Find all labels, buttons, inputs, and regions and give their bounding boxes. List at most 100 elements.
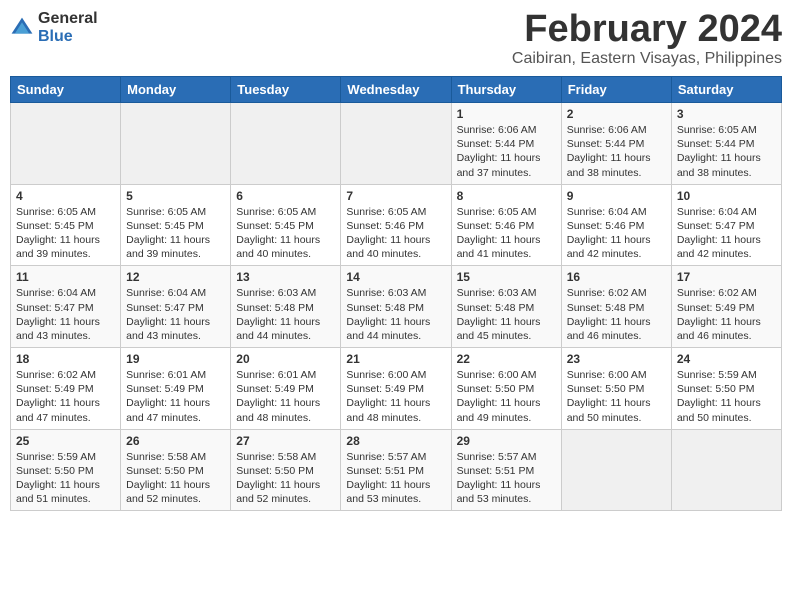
cell-info: Sunrise: 6:01 AM Sunset: 5:49 PM Dayligh… [236, 368, 335, 425]
day-number: 19 [126, 352, 225, 366]
header-saturday: Saturday [671, 77, 781, 103]
day-number: 8 [457, 189, 556, 203]
calendar-cell: 26 Sunrise: 5:58 AM Sunset: 5:50 PM Dayli… [121, 429, 231, 511]
calendar-cell: 1Sunrise: 6:06 AM Sunset: 5:44 PM Daylig… [451, 103, 561, 185]
cell-info: Sunrise: 5:57 AM Sunset: 5:51 PM Dayligh… [457, 450, 556, 507]
header-wednesday: Wednesday [341, 77, 451, 103]
calendar-cell [671, 429, 781, 511]
cell-info: Sunrise: 6:05 AM Sunset: 5:46 PM Dayligh… [457, 205, 556, 262]
cell-info: Sunrise: 6:04 AM Sunset: 5:46 PM Dayligh… [567, 205, 666, 262]
calendar-cell: 23 Sunrise: 6:00 AM Sunset: 5:50 PM Dayli… [561, 348, 671, 430]
day-number: 14 [346, 270, 445, 284]
calendar-cell: 27 Sunrise: 5:58 AM Sunset: 5:50 PM Dayli… [231, 429, 341, 511]
calendar-cell: 12Sunrise: 6:04 AM Sunset: 5:47 PM Dayli… [121, 266, 231, 348]
day-number: 26 [126, 434, 225, 448]
calendar-header: Sunday Monday Tuesday Wednesday Thursday… [11, 77, 782, 103]
cell-info: Sunrise: 6:05 AM Sunset: 5:44 PM Dayligh… [677, 123, 776, 180]
calendar-cell: 21 Sunrise: 6:00 AM Sunset: 5:49 PM Dayli… [341, 348, 451, 430]
day-number: 9 [567, 189, 666, 203]
calendar-cell: 28 Sunrise: 5:57 AM Sunset: 5:51 PM Dayli… [341, 429, 451, 511]
calendar-cell: 7 Sunrise: 6:05 AM Sunset: 5:46 PM Daylig… [341, 184, 451, 266]
cell-info: Sunrise: 6:05 AM Sunset: 5:45 PM Dayligh… [126, 205, 225, 262]
cell-info: Sunrise: 6:04 AM Sunset: 5:47 PM Dayligh… [126, 286, 225, 343]
calendar-cell: 4Sunrise: 6:05 AM Sunset: 5:45 PM Daylig… [11, 184, 121, 266]
calendar-cell: 3Sunrise: 6:05 AM Sunset: 5:44 PM Daylig… [671, 103, 781, 185]
calendar-cell: 2 Sunrise: 6:06 AM Sunset: 5:44 PM Daylig… [561, 103, 671, 185]
day-number: 4 [16, 189, 115, 203]
day-number: 7 [346, 189, 445, 203]
calendar-cell [561, 429, 671, 511]
title-area: February 2024 Caibiran, Eastern Visayas,… [512, 10, 782, 68]
header-thursday: Thursday [451, 77, 561, 103]
cell-info: Sunrise: 5:57 AM Sunset: 5:51 PM Dayligh… [346, 450, 445, 507]
calendar-cell: 17 Sunrise: 6:02 AM Sunset: 5:49 PM Dayli… [671, 266, 781, 348]
calendar-cell: 9 Sunrise: 6:04 AM Sunset: 5:46 PM Daylig… [561, 184, 671, 266]
header-monday: Monday [121, 77, 231, 103]
cell-info: Sunrise: 6:02 AM Sunset: 5:49 PM Dayligh… [16, 368, 115, 425]
calendar-cell [121, 103, 231, 185]
day-number: 18 [16, 352, 115, 366]
logo: General Blue [10, 10, 98, 45]
day-number: 2 [567, 107, 666, 121]
calendar-cell: 25Sunrise: 5:59 AM Sunset: 5:50 PM Dayli… [11, 429, 121, 511]
calendar-cell: 11 Sunrise: 6:04 AM Sunset: 5:47 PM Dayli… [11, 266, 121, 348]
calendar-cell: 8 Sunrise: 6:05 AM Sunset: 5:46 PM Daylig… [451, 184, 561, 266]
cell-info: Sunrise: 5:58 AM Sunset: 5:50 PM Dayligh… [126, 450, 225, 507]
calendar-week-3: 11 Sunrise: 6:04 AM Sunset: 5:47 PM Dayli… [11, 266, 782, 348]
cell-info: Sunrise: 6:00 AM Sunset: 5:50 PM Dayligh… [457, 368, 556, 425]
calendar-cell: 5 Sunrise: 6:05 AM Sunset: 5:45 PM Daylig… [121, 184, 231, 266]
cell-info: Sunrise: 6:00 AM Sunset: 5:49 PM Dayligh… [346, 368, 445, 425]
header-tuesday: Tuesday [231, 77, 341, 103]
calendar-week-5: 25Sunrise: 5:59 AM Sunset: 5:50 PM Dayli… [11, 429, 782, 511]
logo-icon [10, 16, 34, 40]
cell-info: Sunrise: 6:05 AM Sunset: 5:46 PM Dayligh… [346, 205, 445, 262]
day-number: 27 [236, 434, 335, 448]
day-number: 16 [567, 270, 666, 284]
day-number: 10 [677, 189, 776, 203]
cell-info: Sunrise: 6:03 AM Sunset: 5:48 PM Dayligh… [457, 286, 556, 343]
calendar-table: Sunday Monday Tuesday Wednesday Thursday… [10, 76, 782, 511]
cell-info: Sunrise: 6:02 AM Sunset: 5:49 PM Dayligh… [677, 286, 776, 343]
day-number: 28 [346, 434, 445, 448]
calendar-cell [231, 103, 341, 185]
cell-info: Sunrise: 6:06 AM Sunset: 5:44 PM Dayligh… [457, 123, 556, 180]
calendar-cell [11, 103, 121, 185]
calendar-cell [341, 103, 451, 185]
logo-text: General Blue [38, 10, 98, 45]
header-friday: Friday [561, 77, 671, 103]
day-number: 29 [457, 434, 556, 448]
day-number: 17 [677, 270, 776, 284]
calendar-week-4: 18 Sunrise: 6:02 AM Sunset: 5:49 PM Dayli… [11, 348, 782, 430]
day-number: 25 [16, 434, 115, 448]
calendar-cell: 18 Sunrise: 6:02 AM Sunset: 5:49 PM Dayli… [11, 348, 121, 430]
calendar-cell: 19Sunrise: 6:01 AM Sunset: 5:49 PM Dayli… [121, 348, 231, 430]
day-number: 23 [567, 352, 666, 366]
header-row: Sunday Monday Tuesday Wednesday Thursday… [11, 77, 782, 103]
logo-blue: Blue [38, 28, 98, 46]
calendar-cell: 15Sunrise: 6:03 AM Sunset: 5:48 PM Dayli… [451, 266, 561, 348]
cell-info: Sunrise: 6:06 AM Sunset: 5:44 PM Dayligh… [567, 123, 666, 180]
page-header: General Blue February 2024 Caibiran, Eas… [10, 10, 782, 68]
cell-info: Sunrise: 6:04 AM Sunset: 5:47 PM Dayligh… [16, 286, 115, 343]
cell-info: Sunrise: 6:04 AM Sunset: 5:47 PM Dayligh… [677, 205, 776, 262]
day-number: 5 [126, 189, 225, 203]
calendar-cell: 22 Sunrise: 6:00 AM Sunset: 5:50 PM Dayli… [451, 348, 561, 430]
day-number: 22 [457, 352, 556, 366]
calendar-week-1: 1Sunrise: 6:06 AM Sunset: 5:44 PM Daylig… [11, 103, 782, 185]
month-year-title: February 2024 [512, 10, 782, 48]
calendar-cell: 20Sunrise: 6:01 AM Sunset: 5:49 PM Dayli… [231, 348, 341, 430]
day-number: 24 [677, 352, 776, 366]
calendar-body: 1Sunrise: 6:06 AM Sunset: 5:44 PM Daylig… [11, 103, 782, 511]
calendar-cell: 16Sunrise: 6:02 AM Sunset: 5:48 PM Dayli… [561, 266, 671, 348]
day-number: 11 [16, 270, 115, 284]
day-number: 21 [346, 352, 445, 366]
location-subtitle: Caibiran, Eastern Visayas, Philippines [512, 50, 782, 68]
calendar-cell: 13Sunrise: 6:03 AM Sunset: 5:48 PM Dayli… [231, 266, 341, 348]
logo-general: General [38, 10, 98, 28]
calendar-cell: 6Sunrise: 6:05 AM Sunset: 5:45 PM Daylig… [231, 184, 341, 266]
calendar-cell: 10 Sunrise: 6:04 AM Sunset: 5:47 PM Dayli… [671, 184, 781, 266]
cell-info: Sunrise: 5:58 AM Sunset: 5:50 PM Dayligh… [236, 450, 335, 507]
calendar-cell: 14Sunrise: 6:03 AM Sunset: 5:48 PM Dayli… [341, 266, 451, 348]
day-number: 13 [236, 270, 335, 284]
cell-info: Sunrise: 6:00 AM Sunset: 5:50 PM Dayligh… [567, 368, 666, 425]
